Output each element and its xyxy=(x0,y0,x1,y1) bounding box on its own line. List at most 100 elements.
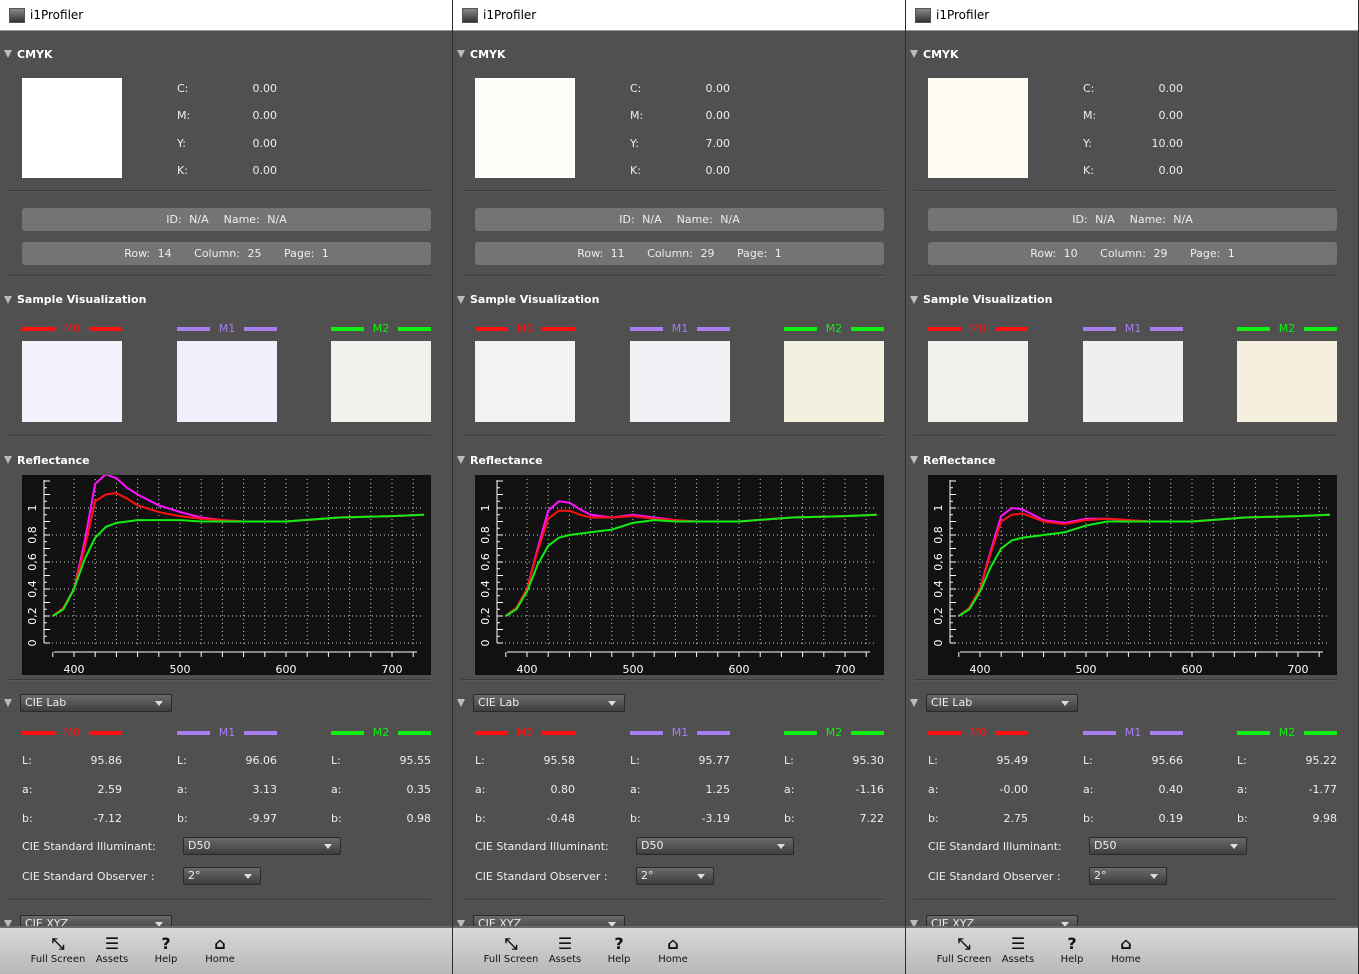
collapse-triangle-icon[interactable] xyxy=(910,456,918,464)
section-header-cmyk[interactable]: CMYK xyxy=(470,48,506,61)
section-header-reflectance[interactable]: Reflectance xyxy=(17,454,90,467)
a-value-m0: -0.00 xyxy=(999,783,1028,796)
color-space-dropdown[interactable]: CIE Lab xyxy=(20,694,172,712)
swatch-m0 xyxy=(475,341,575,422)
collapse-triangle-icon[interactable] xyxy=(910,699,918,707)
toolbar-label: Home xyxy=(205,954,235,965)
y-label: Y: xyxy=(1083,137,1092,150)
c-label: C: xyxy=(177,82,189,95)
legend-line-m0 xyxy=(995,731,1028,735)
legend-label-m1: M1 xyxy=(671,726,689,739)
toolbar-button-full-screen[interactable]: ⤡ Full Screen xyxy=(28,934,88,965)
section-header-cmyk[interactable]: CMYK xyxy=(17,48,53,61)
y-tick-label: 0,6 xyxy=(932,553,945,571)
observer-dropdown[interactable]: 2° xyxy=(636,867,714,885)
series-line-m0 xyxy=(505,509,877,617)
collapse-triangle-icon[interactable] xyxy=(457,50,465,58)
legend-line-m0 xyxy=(89,327,122,331)
i1profiler-window: i1Profiler CMYK C: 0.00 M: 0.00 Y: 0.00 … xyxy=(0,0,453,974)
illuminant-dropdown[interactable]: D50 xyxy=(1089,837,1247,855)
x-tick-label: 500 xyxy=(170,663,191,675)
L-label-m0: L: xyxy=(928,754,938,767)
fullscreen-icon: ⤡ xyxy=(504,934,518,953)
L-label-m0: L: xyxy=(22,754,32,767)
toolbar-button-assets[interactable]: ☰ Assets xyxy=(535,934,595,965)
toolbar-button-home[interactable]: ⌂ Home xyxy=(643,934,703,965)
a-label-m2: a: xyxy=(1237,783,1248,796)
section-header-reflectance[interactable]: Reflectance xyxy=(923,454,996,467)
toolbar-button-full-screen[interactable]: ⤡ Full Screen xyxy=(934,934,994,965)
color-space-dropdown[interactable]: CIE Lab xyxy=(473,694,625,712)
row-column-page-bar: Row: 11 Column: 29 Page: 1 xyxy=(475,242,884,265)
legend-line-m0 xyxy=(475,327,508,331)
collapse-triangle-icon[interactable] xyxy=(4,456,12,464)
i1profiler-window: i1Profiler CMYK C: 0.00 M: 0.00 Y: 7.00 … xyxy=(453,0,906,974)
section-header-sample-visualization[interactable]: Sample Visualization xyxy=(17,293,146,306)
section-header-sample-visualization[interactable]: Sample Visualization xyxy=(923,293,1052,306)
title-bar[interactable]: i1Profiler xyxy=(0,0,452,31)
color-space-dropdown[interactable]: CIE Lab xyxy=(926,694,1078,712)
y-tick-label: 0,2 xyxy=(932,607,945,625)
title-bar[interactable]: i1Profiler xyxy=(906,0,1358,31)
toolbar-button-help[interactable]: ? Help xyxy=(1042,934,1102,965)
toolbar-button-full-screen[interactable]: ⤡ Full Screen xyxy=(481,934,541,965)
section-header-cmyk[interactable]: CMYK xyxy=(923,48,959,61)
collapse-triangle-icon[interactable] xyxy=(4,296,12,304)
legend-line-m1 xyxy=(1083,731,1116,735)
chevron-down-icon xyxy=(155,701,163,706)
app-icon xyxy=(9,8,25,23)
swatch-m2 xyxy=(1237,341,1337,422)
observer-dropdown[interactable]: 2° xyxy=(183,867,261,885)
collapse-triangle-icon[interactable] xyxy=(4,50,12,58)
toolbar-button-assets[interactable]: ☰ Assets xyxy=(82,934,142,965)
collapse-triangle-icon[interactable] xyxy=(910,296,918,304)
legend-label-m0: M0 xyxy=(63,322,81,335)
x-tick-label: 500 xyxy=(1076,663,1097,675)
dropdown-value: D50 xyxy=(641,839,664,852)
legend-line-m2 xyxy=(1237,327,1270,331)
collapse-triangle-icon[interactable] xyxy=(4,699,12,707)
section-header-reflectance[interactable]: Reflectance xyxy=(470,454,543,467)
id-name-bar: ID: N/A Name: N/A xyxy=(475,208,884,231)
divider xyxy=(914,899,1337,901)
collapse-triangle-icon[interactable] xyxy=(457,456,465,464)
toolbar-label: Help xyxy=(1060,954,1084,965)
toolbar-button-help[interactable]: ? Help xyxy=(589,934,649,965)
m-value: 0.00 xyxy=(705,109,731,122)
collapse-triangle-icon[interactable] xyxy=(457,699,465,707)
k-label: K: xyxy=(177,164,188,177)
collapse-triangle-icon[interactable] xyxy=(910,50,918,58)
legend-label-m0: M0 xyxy=(969,322,987,335)
L-label-m1: L: xyxy=(1083,754,1093,767)
help-icon: ? xyxy=(161,934,171,953)
toolbar-button-assets[interactable]: ☰ Assets xyxy=(988,934,1048,965)
observer-dropdown[interactable]: 2° xyxy=(1089,867,1167,885)
legend-line-m1 xyxy=(630,731,663,735)
section-header-sample-visualization[interactable]: Sample Visualization xyxy=(470,293,599,306)
m-label: M: xyxy=(177,109,191,122)
L-value-m0: 95.86 xyxy=(90,754,123,767)
toolbar-label: Home xyxy=(1111,954,1141,965)
dropdown-value: 2° xyxy=(641,869,654,882)
k-label: K: xyxy=(630,164,641,177)
legend-line-m0 xyxy=(928,731,961,735)
L-value-m1: 95.77 xyxy=(698,754,731,767)
legend-line-m1 xyxy=(177,731,210,735)
divider xyxy=(8,899,431,901)
chevron-down-icon xyxy=(777,844,785,849)
swatch-m1 xyxy=(630,341,730,422)
collapse-triangle-icon[interactable] xyxy=(457,296,465,304)
toolbar-button-home[interactable]: ⌂ Home xyxy=(1096,934,1156,965)
L-value-m2: 95.55 xyxy=(399,754,432,767)
x-tick-label: 700 xyxy=(382,663,403,675)
a-value-m0: 2.59 xyxy=(97,783,123,796)
swatch-m1 xyxy=(177,341,277,422)
b-label-m0: b: xyxy=(22,812,33,825)
c-value: 0.00 xyxy=(252,82,278,95)
title-bar[interactable]: i1Profiler xyxy=(453,0,905,31)
illuminant-dropdown[interactable]: D50 xyxy=(183,837,341,855)
divider xyxy=(461,275,884,277)
illuminant-dropdown[interactable]: D50 xyxy=(636,837,794,855)
toolbar-button-help[interactable]: ? Help xyxy=(136,934,196,965)
toolbar-button-home[interactable]: ⌂ Home xyxy=(190,934,250,965)
